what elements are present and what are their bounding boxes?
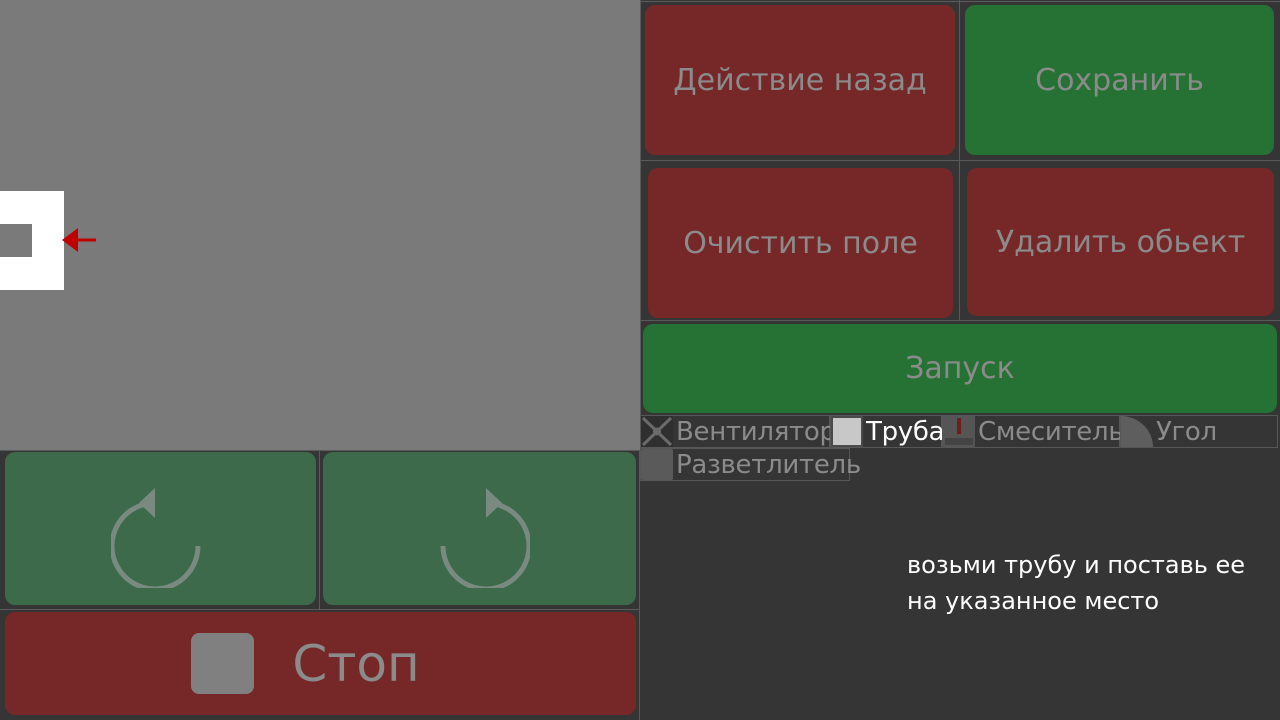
clear-field-label: Очистить поле bbox=[683, 225, 918, 261]
undo-label: Действие назад bbox=[673, 62, 927, 98]
divider bbox=[319, 451, 320, 609]
rotate-counterclockwise-icon bbox=[110, 487, 200, 588]
divider bbox=[640, 0, 641, 416]
tool-pipe-label: Труба bbox=[866, 416, 945, 447]
hint-line-1: возьми трубу и поставь ее bbox=[907, 551, 1246, 579]
tool-splitter-label: Разветлитель bbox=[676, 449, 861, 480]
tool-fan[interactable]: Вентилятор bbox=[640, 415, 836, 448]
run-label: Запуск bbox=[905, 351, 1015, 386]
divider bbox=[640, 160, 1280, 161]
tool-corner[interactable]: Угол bbox=[1120, 415, 1278, 448]
tool-splitter[interactable]: Разветлитель bbox=[640, 448, 861, 481]
arrow-left-icon bbox=[62, 228, 96, 252]
hint-text: возьми трубу и поставь ее на указанное м… bbox=[907, 547, 1267, 619]
divider bbox=[0, 609, 640, 610]
tool-corner-label: Угол bbox=[1156, 416, 1217, 447]
clear-field-button[interactable]: Очистить поле bbox=[648, 168, 953, 318]
mixer-icon bbox=[943, 416, 975, 447]
corner-icon bbox=[1121, 416, 1153, 447]
splitter-icon bbox=[641, 449, 673, 480]
delete-object-button[interactable]: Удалить обьект bbox=[967, 168, 1274, 316]
tool-mixer[interactable]: Смеситель bbox=[942, 415, 1124, 448]
tool-pipe[interactable]: Труба bbox=[830, 415, 945, 448]
game-field[interactable] bbox=[0, 0, 640, 450]
stop-button[interactable]: Стоп bbox=[5, 612, 636, 715]
undo-button[interactable]: Действие назад bbox=[645, 5, 955, 155]
save-label: Сохранить bbox=[1035, 62, 1204, 98]
pipe-icon bbox=[831, 416, 863, 447]
rotate-right-button[interactable] bbox=[323, 452, 636, 605]
rotate-left-button[interactable] bbox=[5, 452, 316, 605]
rotate-clockwise-icon bbox=[440, 487, 530, 588]
divider bbox=[639, 451, 640, 720]
divider bbox=[640, 1, 1280, 2]
pipe-opening bbox=[0, 224, 32, 257]
fan-icon bbox=[641, 416, 673, 447]
divider bbox=[640, 320, 1280, 321]
target-pipe-placeholder bbox=[0, 191, 64, 290]
delete-object-label: Удалить обьект bbox=[995, 224, 1246, 260]
save-button[interactable]: Сохранить bbox=[965, 5, 1274, 155]
stop-label: Стоп bbox=[292, 634, 420, 693]
tool-mixer-label: Смеситель bbox=[978, 416, 1124, 447]
stop-icon bbox=[191, 633, 255, 694]
hint-line-2: на указанное место bbox=[907, 587, 1160, 615]
run-button[interactable]: Запуск bbox=[643, 324, 1277, 413]
tool-fan-label: Вентилятор bbox=[676, 416, 836, 447]
